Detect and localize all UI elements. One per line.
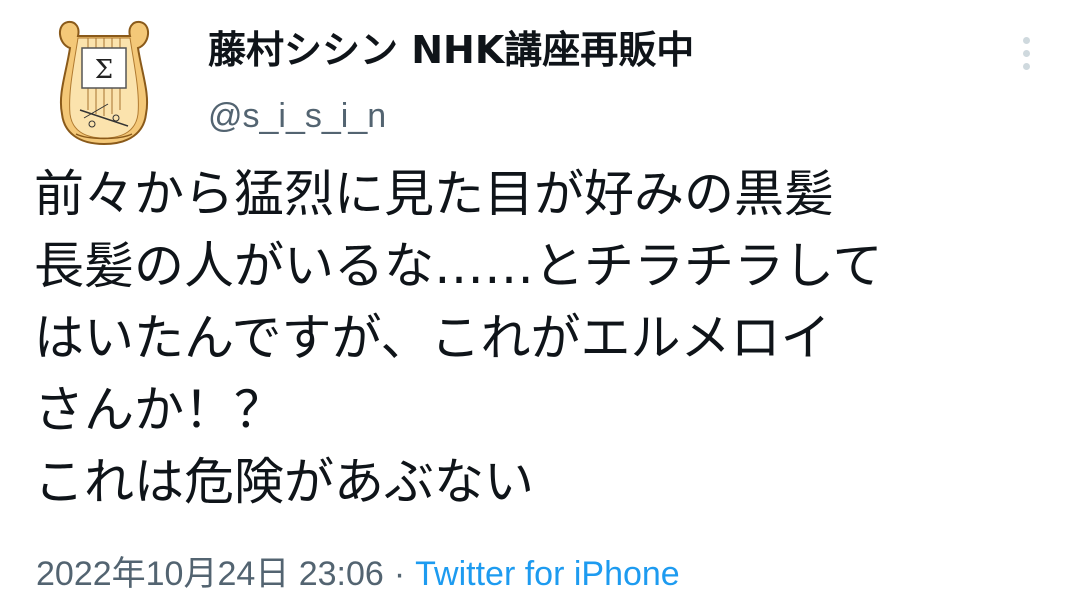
more-dots-icon	[1022, 49, 1030, 57]
meta-separator: ·	[393, 555, 406, 593]
more-options-button[interactable]	[1006, 28, 1046, 78]
tweet-text-line: 前々から猛烈に見た目が好みの黒髪	[34, 165, 834, 223]
tweet: Σ 藤村シシン NHK講座再販中 @s_i_s_i_n 前々から猛烈に見た目が好…	[0, 0, 1080, 615]
tweet-text: 前々から猛烈に見た目が好みの黒髪 長髪の人がいるな……とチラチラして はいたんで…	[34, 158, 1054, 518]
display-name[interactable]: 藤村シシン NHK講座再販中	[208, 24, 694, 76]
tweet-text-line: はいたんですが、これがエルメロイ	[34, 309, 831, 367]
lyre-sigma-icon: Σ	[59, 20, 149, 146]
svg-text:Σ: Σ	[95, 55, 113, 85]
tweet-text-line: 長髪の人がいるな……とチラチラして	[34, 237, 883, 295]
user-handle[interactable]: @s_i_s_i_n	[208, 96, 694, 136]
timestamp[interactable]: 2022年10月24日 23:06	[36, 555, 384, 593]
author-header: 藤村シシン NHK講座再販中 @s_i_s_i_n	[208, 24, 694, 136]
source-link[interactable]: Twitter for iPhone	[415, 555, 680, 593]
tweet-text-line: これは危険があぶない	[34, 453, 534, 511]
tweet-text-line: さんか！？	[34, 381, 284, 439]
more-dots-icon	[1022, 36, 1030, 44]
more-dots-icon	[1022, 62, 1030, 70]
avatar[interactable]: Σ	[48, 14, 160, 150]
tweet-meta: 2022年10月24日 23:06 · Twitter for iPhone	[36, 552, 680, 596]
